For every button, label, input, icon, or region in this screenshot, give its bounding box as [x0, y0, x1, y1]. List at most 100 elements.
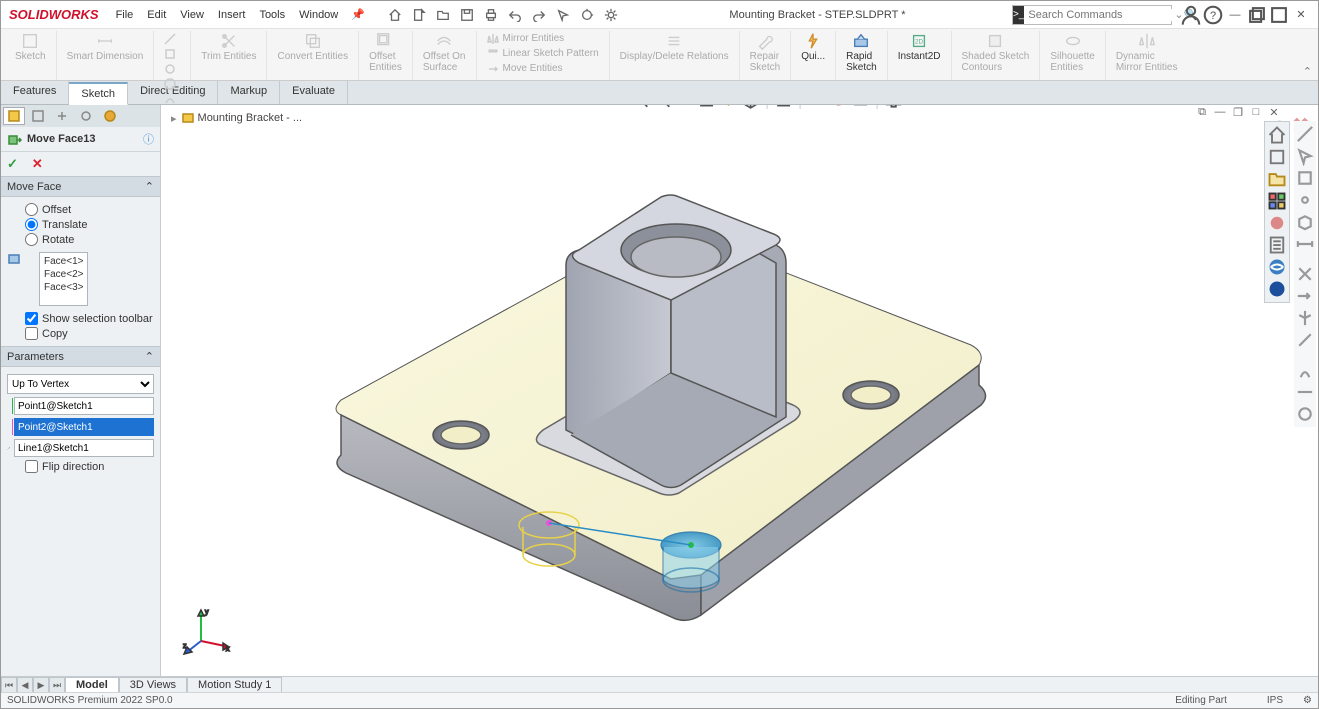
- filter-sketch-icon[interactable]: [1295, 330, 1315, 350]
- orientation-triad[interactable]: y x z: [181, 606, 231, 656]
- section-view-icon[interactable]: [697, 105, 715, 109]
- filter-edges-icon[interactable]: [1295, 124, 1315, 144]
- hide-show-icon[interactable]: [807, 105, 825, 109]
- search-commands[interactable]: >_ ⌄ 🔍: [1012, 5, 1172, 25]
- smart-dimension-button[interactable]: Smart Dimension: [63, 31, 148, 62]
- zoom-area-icon[interactable]: [653, 105, 671, 109]
- face-item[interactable]: Face<1>: [44, 255, 83, 268]
- filter-circular-icon[interactable]: [1295, 404, 1315, 424]
- filter-split-icon[interactable]: [1295, 308, 1315, 328]
- edit-appearance-icon[interactable]: [829, 105, 847, 109]
- filter-arrow-icon[interactable]: [1295, 146, 1315, 166]
- mirror-tools[interactable]: Mirror Entities Linear Sketch Pattern Mo…: [483, 31, 603, 76]
- pm-section-parameters[interactable]: Parameters⌃: [1, 346, 160, 367]
- menu-file[interactable]: File: [116, 9, 134, 21]
- param-point2[interactable]: [7, 418, 154, 436]
- options-icon[interactable]: [600, 4, 622, 26]
- display-relations-button[interactable]: Display/Delete Relations: [616, 31, 733, 62]
- status-settings-icon[interactable]: ⚙: [1303, 695, 1312, 706]
- tab-evaluate[interactable]: Evaluate: [280, 81, 348, 104]
- rapid-sketch-button[interactable]: Rapid Sketch: [842, 31, 881, 73]
- filter-linear-icon[interactable]: [1295, 382, 1315, 402]
- offset-entities-button[interactable]: Offset Entities: [365, 31, 406, 73]
- taskpane-file-explorer-icon[interactable]: [1267, 169, 1287, 189]
- expand-icon[interactable]: ▸: [171, 112, 177, 125]
- save-icon[interactable]: [456, 4, 478, 26]
- tab-features[interactable]: Features: [1, 81, 69, 104]
- print-icon[interactable]: [480, 4, 502, 26]
- fm-tab-display[interactable]: [99, 107, 121, 125]
- dynamic-mirror-button[interactable]: Dynamic Mirror Entities: [1112, 31, 1182, 73]
- fm-tab-config[interactable]: [51, 107, 73, 125]
- taskpane-appearances-icon[interactable]: [1267, 213, 1287, 233]
- taskpane-3dexp-icon[interactable]: [1267, 279, 1287, 299]
- graphics-viewport[interactable]: ▸ Mounting Bracket - ... ⧉ — ❐ □: [161, 105, 1318, 678]
- tab-markup[interactable]: Markup: [218, 81, 280, 104]
- opt-translate[interactable]: Translate: [25, 218, 154, 231]
- line-tools[interactable]: [160, 31, 184, 76]
- chk-show-toolbar[interactable]: Show selection toolbar: [25, 312, 154, 325]
- doc-popout-icon[interactable]: ⧉: [1194, 105, 1210, 119]
- apply-scene-icon[interactable]: [851, 105, 869, 109]
- menu-edit[interactable]: Edit: [147, 9, 166, 21]
- pm-help-icon[interactable]: ⓘ: [143, 131, 154, 147]
- menu-insert[interactable]: Insert: [218, 9, 246, 21]
- param-direction[interactable]: [7, 439, 154, 457]
- view-orientation-icon[interactable]: [741, 105, 759, 109]
- filter-face-icon[interactable]: [1295, 168, 1315, 188]
- taskpane-design-library-icon[interactable]: [1267, 147, 1287, 167]
- open-icon[interactable]: [432, 4, 454, 26]
- ribbon-collapse-icon[interactable]: ⌃: [1303, 65, 1312, 78]
- opt-offset[interactable]: Offset: [25, 203, 154, 216]
- new-icon[interactable]: [408, 4, 430, 26]
- home-icon[interactable]: [384, 4, 406, 26]
- instant2d-button[interactable]: 2D Instant2D: [894, 31, 945, 62]
- fm-tab-property[interactable]: [27, 107, 49, 125]
- offset-surface-button[interactable]: Offset On Surface: [419, 31, 470, 73]
- menu-window[interactable]: Window: [299, 9, 338, 21]
- minimize-button[interactable]: —: [1224, 4, 1246, 26]
- prev-view-icon[interactable]: [675, 105, 693, 109]
- face-item[interactable]: Face<3>: [44, 281, 83, 294]
- rebuild-icon[interactable]: [576, 4, 598, 26]
- zoom-fit-icon[interactable]: [631, 105, 649, 109]
- trim-entities-button[interactable]: Trim Entities: [197, 31, 260, 62]
- opt-rotate[interactable]: Rotate: [25, 233, 154, 246]
- chk-copy[interactable]: Copy: [25, 327, 154, 340]
- pm-section-moveface[interactable]: Move Face⌃: [1, 176, 160, 197]
- quick-snaps-button[interactable]: Qui...: [797, 31, 829, 62]
- help-icon[interactable]: ?: [1202, 4, 1224, 26]
- menu-view[interactable]: View: [180, 9, 204, 21]
- display-style-icon[interactable]: [774, 105, 792, 109]
- pm-cancel-button[interactable]: ✕: [32, 156, 43, 172]
- tab-sketch[interactable]: Sketch: [69, 82, 128, 105]
- undo-icon[interactable]: [504, 4, 526, 26]
- taskpane-forum-icon[interactable]: [1267, 257, 1287, 277]
- fm-tab-dim[interactable]: [75, 107, 97, 125]
- select-icon[interactable]: [552, 4, 574, 26]
- sketch-button[interactable]: Sketch: [11, 31, 50, 62]
- search-input[interactable]: [1024, 9, 1174, 21]
- user-icon[interactable]: [1180, 4, 1202, 26]
- pin-icon[interactable]: 📌: [351, 8, 365, 21]
- doc-restore-icon[interactable]: ❐: [1230, 105, 1246, 119]
- restore-button[interactable]: [1246, 4, 1268, 26]
- chk-flip[interactable]: Flip direction: [25, 460, 154, 473]
- repair-sketch-button[interactable]: Repair Sketch: [746, 31, 785, 73]
- shaded-contours-button[interactable]: Shaded Sketch Contours: [958, 31, 1034, 73]
- breadcrumb[interactable]: ▸ Mounting Bracket - ...: [167, 111, 302, 125]
- end-condition-select[interactable]: Up To Vertex: [7, 374, 154, 394]
- taskpane-view-palette-icon[interactable]: [1267, 191, 1287, 211]
- filter-trim-icon[interactable]: [1295, 264, 1315, 284]
- face-item[interactable]: Face<2>: [44, 268, 83, 281]
- face-selection-list[interactable]: Face<1> Face<2> Face<3>: [39, 252, 88, 306]
- taskpane-home-icon[interactable]: [1267, 125, 1287, 145]
- filter-extend-icon[interactable]: [1295, 286, 1315, 306]
- menu-tools[interactable]: Tools: [259, 9, 285, 21]
- maximize-button[interactable]: [1268, 4, 1290, 26]
- fm-tab-tree[interactable]: [3, 107, 25, 125]
- param-point1[interactable]: [7, 397, 154, 415]
- filter-point-icon[interactable]: [1295, 190, 1315, 210]
- dynamic-annotation-icon[interactable]: [719, 105, 737, 109]
- filter-quick-icon[interactable]: [1295, 360, 1315, 380]
